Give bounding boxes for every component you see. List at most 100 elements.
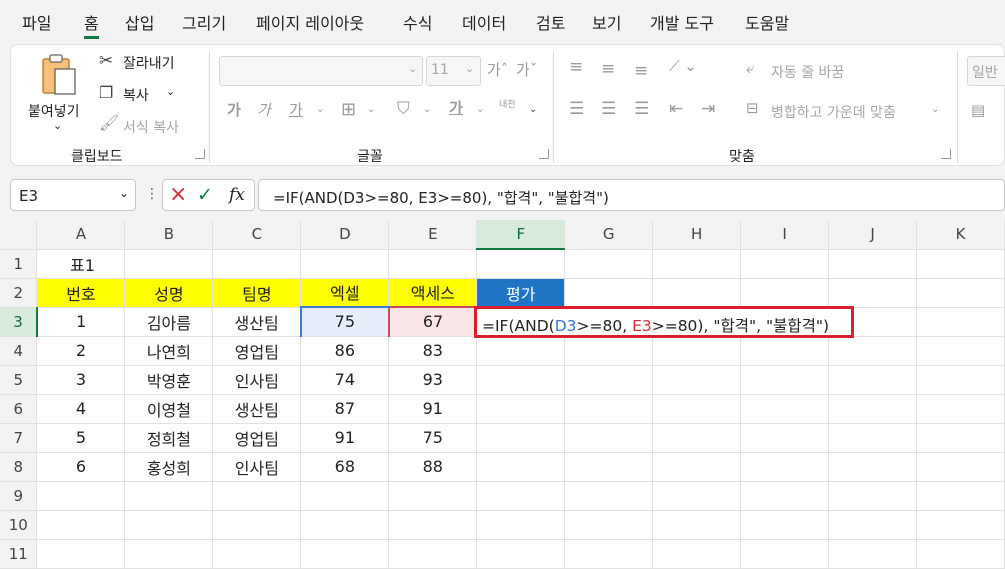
row-header-selected[interactable]: 3 <box>0 307 38 337</box>
table-cell-referenced-d3[interactable]: 75 <box>299 306 390 337</box>
row-header[interactable]: 10 <box>0 510 38 540</box>
table-cell[interactable]: 91 <box>300 422 390 453</box>
cell[interactable] <box>300 481 390 511</box>
cell[interactable] <box>300 249 390 279</box>
wrap-text-button[interactable]: 자동 줄 바꿈 <box>771 62 844 82</box>
align-bottom-icon[interactable]: ≡ <box>634 63 648 80</box>
cell[interactable] <box>652 336 742 366</box>
format-painter-button[interactable]: 서식 복사 <box>123 117 179 137</box>
table-cell[interactable]: 나연희 <box>124 335 214 366</box>
table-header-cell[interactable]: 팀명 <box>212 277 302 308</box>
cell[interactable] <box>564 481 654 511</box>
table-header-cell[interactable]: 번호 <box>36 277 126 308</box>
cell[interactable] <box>388 249 478 279</box>
row-header[interactable]: 11 <box>0 539 38 569</box>
font-size-dropdown[interactable]: 11 ⌄ <box>426 56 481 86</box>
table-cell[interactable]: 인사팀 <box>212 364 302 395</box>
cell[interactable] <box>564 336 654 366</box>
cell[interactable] <box>828 336 917 366</box>
cell[interactable] <box>564 452 654 482</box>
menu-developer[interactable]: 개발 도구 <box>650 10 714 34</box>
align-right-icon[interactable]: ☰ <box>634 101 649 118</box>
cell[interactable] <box>124 481 214 511</box>
column-header[interactable]: H <box>652 220 742 250</box>
cell[interactable] <box>124 249 214 279</box>
menu-page-layout[interactable]: 페이지 레이아웃 <box>256 10 364 34</box>
cell-title[interactable]: 표1 <box>36 249 126 279</box>
cell[interactable] <box>212 481 302 511</box>
row-header[interactable]: 5 <box>0 365 38 395</box>
row-header[interactable]: 2 <box>0 278 38 308</box>
cell[interactable] <box>212 539 302 569</box>
cell[interactable] <box>300 510 390 540</box>
column-header[interactable]: C <box>212 220 302 250</box>
column-header[interactable]: A <box>36 220 126 250</box>
table-cell[interactable]: 88 <box>388 451 478 482</box>
cell[interactable] <box>828 394 917 424</box>
chevron-down-icon[interactable]: ⌄ <box>119 186 129 200</box>
table-header-cell[interactable]: 엑셀 <box>300 277 390 308</box>
table-cell[interactable]: 83 <box>388 335 478 366</box>
copy-button[interactable]: 복사 <box>123 85 149 105</box>
cell[interactable] <box>300 539 390 569</box>
table-cell[interactable] <box>476 422 566 453</box>
table-cell[interactable]: 4 <box>36 393 126 424</box>
cell[interactable] <box>828 278 917 308</box>
cell[interactable] <box>564 394 654 424</box>
column-header[interactable]: K <box>916 220 1005 250</box>
column-header[interactable]: I <box>740 220 830 250</box>
select-all-corner[interactable] <box>0 220 38 250</box>
chevron-down-icon[interactable]: ⌄ <box>529 105 537 115</box>
merge-center-button[interactable]: 병합하고 가운데 맞춤 <box>771 102 896 122</box>
accounting-format-icon[interactable]: ▤ <box>971 103 985 118</box>
align-left-icon[interactable]: ☰ <box>569 101 584 118</box>
table-cell[interactable]: 홍성희 <box>124 451 214 482</box>
cell[interactable] <box>652 365 742 395</box>
align-center-icon[interactable]: ☰ <box>601 101 616 118</box>
cell[interactable] <box>564 249 654 279</box>
cell[interactable] <box>388 539 478 569</box>
cell[interactable] <box>916 365 1005 395</box>
menu-home[interactable]: 홈 <box>84 10 99 39</box>
table-cell[interactable] <box>476 393 566 424</box>
cancel-icon[interactable]: × <box>169 182 187 207</box>
clipboard-launcher-icon[interactable] <box>195 149 205 159</box>
borders-icon[interactable]: ⊞ <box>341 101 356 119</box>
cell[interactable] <box>388 510 478 540</box>
table-cell[interactable] <box>476 335 566 366</box>
row-header[interactable]: 7 <box>0 423 38 453</box>
cut-button[interactable]: 잘라내기 <box>123 53 175 73</box>
cell[interactable] <box>476 510 566 540</box>
cell[interactable] <box>828 423 917 453</box>
increase-indent-icon[interactable]: ⇥ <box>701 101 715 118</box>
cell-edit-formula[interactable]: =IF(AND(D3>=80, E3>=80), "합격", "불합격") <box>474 306 854 338</box>
cell[interactable] <box>740 423 830 453</box>
table-cell[interactable] <box>476 364 566 395</box>
table-cell[interactable]: 6 <box>36 451 126 482</box>
cell[interactable] <box>828 365 917 395</box>
column-header[interactable]: D <box>300 220 390 250</box>
cell[interactable] <box>564 278 654 308</box>
decrease-font-size-icon[interactable]: 가ˇ <box>516 63 537 78</box>
menu-view[interactable]: 보기 <box>592 10 621 34</box>
cell[interactable] <box>828 539 917 569</box>
underline-icon[interactable]: 가 <box>289 103 303 118</box>
more-options-icon[interactable]: ⋮ <box>145 186 159 202</box>
column-header[interactable]: B <box>124 220 214 250</box>
cell[interactable] <box>388 481 478 511</box>
align-top-icon[interactable]: ≡ <box>569 59 583 76</box>
cell[interactable] <box>916 423 1005 453</box>
cell[interactable] <box>740 278 830 308</box>
font-launcher-icon[interactable] <box>539 149 549 159</box>
cell[interactable] <box>740 249 830 279</box>
cell[interactable] <box>36 539 126 569</box>
cell[interactable] <box>476 249 566 279</box>
table-cell[interactable]: 86 <box>300 335 390 366</box>
phonetic-icon[interactable]: 내천 <box>499 100 517 111</box>
table-header-cell[interactable]: 평가 <box>476 277 566 308</box>
menu-review[interactable]: 검토 <box>536 10 565 34</box>
table-cell[interactable]: 영업팀 <box>212 335 302 366</box>
table-cell[interactable]: 이영철 <box>124 393 214 424</box>
font-color-icon[interactable]: 가 <box>449 101 463 116</box>
copy-dropdown-icon[interactable]: ⌄ <box>166 85 175 98</box>
